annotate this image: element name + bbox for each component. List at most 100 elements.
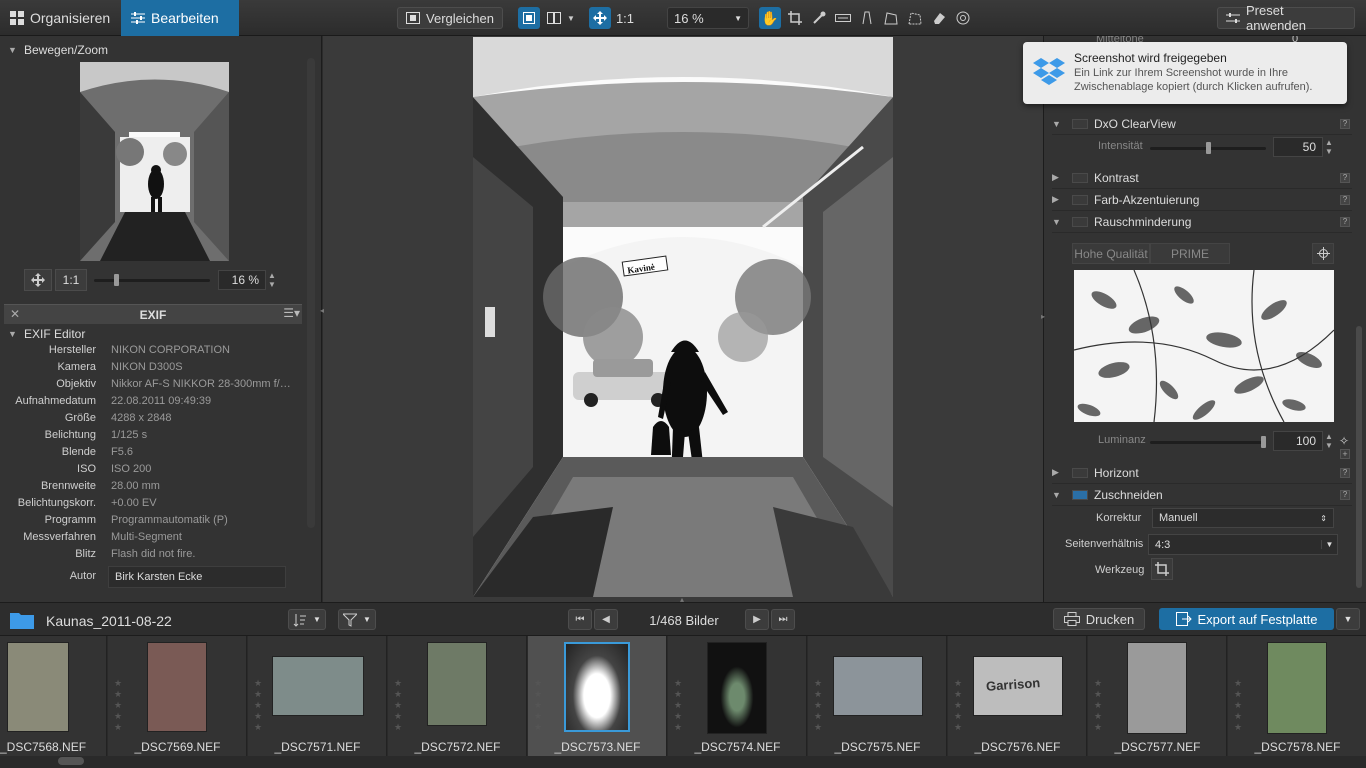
apply-preset-button[interactable]: Preset anwenden bbox=[1217, 3, 1355, 33]
aspect-ratio-select[interactable]: 4:3 ▼ bbox=[1148, 534, 1338, 555]
filmstrip-thumbnail[interactable]: ★ ★ ★ ★ ★ _DSC7572.NEF bbox=[388, 636, 527, 756]
filmstrip-thumbnail[interactable]: Garrison ★ ★ ★ ★ ★ _DSC7576.NEF bbox=[948, 636, 1087, 756]
last-image-button[interactable]: ⏭ bbox=[771, 609, 795, 630]
filmstrip-thumbnail[interactable]: ★ ★ ★ ★ ★ _DSC7571.NEF bbox=[248, 636, 387, 756]
rating-stars[interactable]: ★ ★ ★ ★ ★ bbox=[954, 678, 962, 733]
exif-value[interactable]: ISO 200 bbox=[111, 463, 301, 475]
expand-plus-icon[interactable]: + bbox=[1340, 449, 1350, 459]
filmstrip-thumbnail[interactable]: ★ ★ ★ ★ ★ _DSC7578.NEF bbox=[1228, 636, 1366, 756]
crop-section[interactable]: ▼ Zuschneiden ? bbox=[1052, 484, 1352, 506]
rating-stars[interactable]: ★ ★ ★ ★ ★ bbox=[1094, 678, 1102, 733]
nav-zoom-slider-handle[interactable] bbox=[114, 274, 119, 286]
rating-stars[interactable]: ★ ★ ★ ★ ★ bbox=[114, 678, 122, 733]
repair-tool-button[interactable] bbox=[928, 7, 950, 29]
preview-target-button[interactable] bbox=[1312, 243, 1334, 264]
previous-image-button[interactable]: ◀ bbox=[594, 609, 618, 630]
exif-value[interactable]: Programmautomatik (P) bbox=[111, 514, 301, 526]
help-icon[interactable]: ? bbox=[1340, 489, 1350, 500]
exif-value[interactable]: Nikkor AF-S NIKKOR 28-300mm f/… bbox=[111, 378, 301, 390]
magic-wand-icon[interactable]: ✧ bbox=[1339, 434, 1349, 448]
crop-tool-button[interactable] bbox=[784, 7, 806, 29]
tab-edit[interactable]: Bearbeiten bbox=[121, 0, 239, 36]
color-accent-enable-toggle[interactable] bbox=[1072, 194, 1088, 205]
main-photo[interactable]: Kavinė bbox=[473, 37, 893, 597]
zoom-select[interactable]: 16 % ▼ bbox=[667, 7, 749, 29]
exif-value[interactable]: 4288 x 2848 bbox=[111, 412, 301, 424]
filter-button[interactable]: ▼ bbox=[338, 609, 376, 630]
eyedropper-tool-button[interactable] bbox=[808, 7, 830, 29]
filmstrip-scrollbar[interactable] bbox=[58, 757, 84, 765]
filmstrip-thumbnail[interactable]: _DSC7568.NEF bbox=[0, 636, 107, 756]
luminance-stepper[interactable]: ▲ ▼ bbox=[1325, 432, 1333, 450]
share-notification[interactable]: Screenshot wird freigegeben Ein Link zur… bbox=[1023, 42, 1347, 104]
redeye-tool-button[interactable] bbox=[952, 7, 974, 29]
help-icon[interactable]: ? bbox=[1340, 216, 1350, 227]
exif-value[interactable]: Flash did not fire. bbox=[111, 548, 301, 560]
luminance-slider[interactable] bbox=[1150, 441, 1266, 444]
filmstrip-thumbnail[interactable]: ★ ★ ★ ★ ★ _DSC7569.NEF bbox=[108, 636, 247, 756]
filmstrip-thumbnail[interactable]: ★ ★ ★ ★ ★ _DSC7573.NEF bbox=[528, 636, 667, 756]
navigator-header[interactable]: ▼ Bewegen/Zoom bbox=[0, 40, 304, 60]
help-icon[interactable]: ? bbox=[1340, 172, 1350, 183]
filmstrip-thumbnail[interactable]: ★ ★ ★ ★ ★ _DSC7574.NEF bbox=[668, 636, 807, 756]
exif-value[interactable]: NIKON D300S bbox=[111, 361, 301, 373]
clearview-section[interactable]: ▼ DxO ClearView ? bbox=[1052, 113, 1352, 135]
luminance-field[interactable]: 100 bbox=[1273, 431, 1323, 451]
nav-zoom-stepper[interactable]: ▲ ▼ bbox=[268, 271, 276, 289]
right-panel-scrollbar[interactable] bbox=[1356, 326, 1362, 588]
tab-organize[interactable]: Organisieren bbox=[0, 0, 121, 36]
noise-reduction-enable-toggle[interactable] bbox=[1072, 216, 1088, 227]
palette-menu-icon[interactable]: ☰▾ bbox=[283, 306, 300, 320]
intensity-slider-handle[interactable] bbox=[1205, 142, 1211, 154]
volume-tool-button[interactable] bbox=[880, 7, 902, 29]
hand-tool-button[interactable]: ✋ bbox=[759, 7, 781, 29]
collapse-right-arrow-icon[interactable]: ▸ bbox=[1041, 312, 1045, 321]
single-view-button[interactable] bbox=[518, 7, 540, 29]
clearview-enable-toggle[interactable] bbox=[1072, 118, 1088, 129]
intensity-stepper[interactable]: ▲ ▼ bbox=[1325, 138, 1333, 156]
nav-fit-button[interactable] bbox=[24, 269, 52, 291]
rating-stars[interactable]: ★ ★ ★ ★ ★ bbox=[254, 678, 262, 733]
print-button[interactable]: Drucken bbox=[1053, 608, 1145, 630]
left-panel-scrollbar[interactable] bbox=[307, 58, 315, 528]
nav-zoom-field[interactable]: 16 % bbox=[218, 270, 266, 290]
intensity-field[interactable]: 50 bbox=[1273, 137, 1323, 157]
zoom-one-to-one-button[interactable]: 1:1 bbox=[612, 7, 638, 29]
high-quality-button[interactable]: Hohe Qualität bbox=[1072, 243, 1150, 264]
rating-stars[interactable]: ★ ★ ★ ★ ★ bbox=[674, 678, 682, 733]
contrast-section[interactable]: ▶ Kontrast ? bbox=[1052, 167, 1352, 189]
navigator-preview[interactable] bbox=[80, 62, 229, 261]
exif-value[interactable]: NIKON CORPORATION bbox=[111, 344, 301, 356]
help-icon[interactable]: ? bbox=[1340, 118, 1350, 129]
exif-value[interactable]: 28.00 mm bbox=[111, 480, 301, 492]
rating-stars[interactable]: ★ ★ ★ ★ ★ bbox=[534, 678, 542, 733]
folder-name[interactable]: Kaunas_2011-08-22 bbox=[46, 613, 172, 629]
nav-zoom-slider[interactable] bbox=[94, 279, 210, 282]
horizon-section[interactable]: ▶ Horizont ? bbox=[1052, 462, 1352, 484]
compare-button[interactable]: Vergleichen bbox=[397, 7, 503, 29]
sort-button[interactable]: ▼ bbox=[288, 609, 326, 630]
exif-value[interactable]: Multi-Segment bbox=[111, 531, 301, 543]
horizon-tool-button[interactable] bbox=[832, 7, 854, 29]
noise-reduction-section[interactable]: ▼ Rauschminderung ? bbox=[1052, 211, 1352, 233]
nav-one-to-one-button[interactable]: 1:1 bbox=[55, 269, 87, 291]
crop-tool-toggle[interactable] bbox=[1151, 558, 1173, 580]
exif-editor-header[interactable]: ▼ EXIF Editor bbox=[0, 324, 304, 344]
color-accent-section[interactable]: ▶ Farb-Akzentuierung ? bbox=[1052, 189, 1352, 211]
exif-value[interactable]: 1/125 s bbox=[111, 429, 301, 441]
crop-enable-toggle[interactable] bbox=[1072, 489, 1088, 500]
luminance-slider-handle[interactable] bbox=[1261, 436, 1266, 448]
filmstrip-thumbnail[interactable]: ★ ★ ★ ★ ★ _DSC7575.NEF bbox=[808, 636, 947, 756]
local-adjust-tool-button[interactable] bbox=[904, 7, 926, 29]
fit-view-button[interactable] bbox=[589, 7, 611, 29]
help-icon[interactable]: ? bbox=[1340, 194, 1350, 205]
filmstrip-thumbnail[interactable]: ★ ★ ★ ★ ★ _DSC7577.NEF bbox=[1088, 636, 1227, 756]
export-to-disk-button[interactable]: Export auf Festplatte bbox=[1159, 608, 1334, 630]
perspective-tool-button[interactable] bbox=[856, 7, 878, 29]
correction-select[interactable]: Manuell ⇕ bbox=[1152, 508, 1334, 528]
exif-value[interactable]: F5.6 bbox=[111, 446, 301, 458]
rating-stars[interactable]: ★ ★ ★ ★ ★ bbox=[394, 678, 402, 733]
rating-stars[interactable]: ★ ★ ★ ★ ★ bbox=[814, 678, 822, 733]
split-view-dropdown[interactable]: ▼ bbox=[544, 7, 578, 29]
horizon-enable-toggle[interactable] bbox=[1072, 467, 1088, 478]
